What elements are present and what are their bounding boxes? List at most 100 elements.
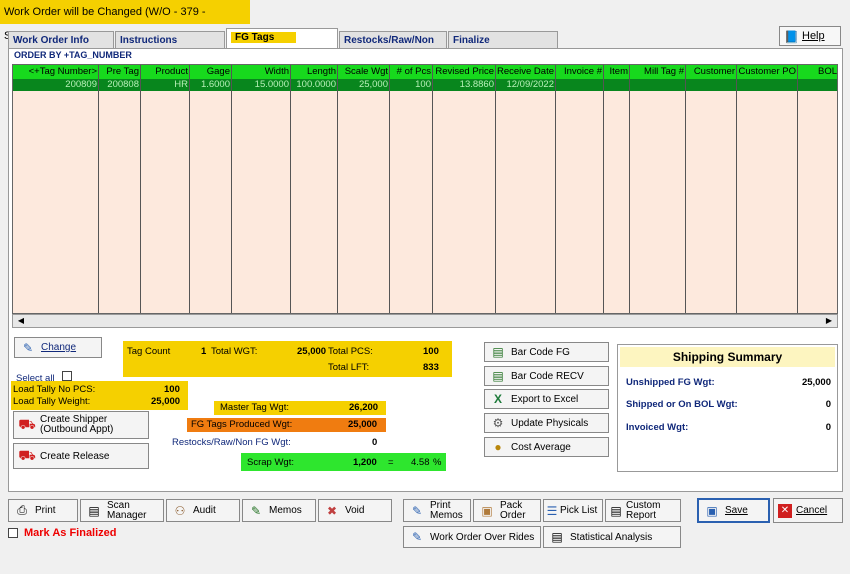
change-button[interactable]: ✎ Change (14, 337, 102, 358)
cancel-button[interactable]: ✕ Cancel (773, 498, 843, 523)
print-button[interactable]: ⎙ Print (8, 499, 78, 522)
grid-column-divider (141, 65, 190, 313)
barcode-icon: ▤ (492, 345, 504, 359)
table-cell[interactable]: 15.0000 (232, 79, 291, 91)
grid-column-divider (13, 65, 99, 313)
table-cell[interactable]: 1.6000 (190, 79, 232, 91)
pack-order-label: Pack Order (500, 499, 526, 521)
column-header[interactable]: Pre Tag (99, 65, 141, 79)
horizontal-scrollbar[interactable]: ◀ ▶ (12, 314, 838, 328)
table-cell[interactable]: 100 (390, 79, 433, 91)
cost-average-label: Cost Average (511, 441, 571, 453)
work-order-over-rides-button[interactable]: ✎ Work Order Over Rides (403, 526, 541, 548)
table-cell[interactable]: 25,000 (338, 79, 390, 91)
void-label: Void (345, 505, 365, 516)
table-cell[interactable] (737, 79, 798, 91)
column-header[interactable]: Width (232, 65, 291, 79)
total-pcs-label: Total PCS: (328, 346, 373, 357)
unshipped-value: 25,000 (801, 377, 831, 388)
fg-produced-value: 25,000 (348, 419, 378, 430)
void-button[interactable]: ✖ Void (318, 499, 392, 522)
table-cell[interactable] (556, 79, 604, 91)
print-memos-button[interactable]: ✎ Print Memos (403, 499, 471, 522)
barcode-fg-button[interactable]: ▤ Bar Code FG (484, 342, 609, 362)
save-button[interactable]: ▣ Save (697, 498, 770, 523)
cost-average-button[interactable]: ● Cost Average (484, 437, 609, 457)
column-header[interactable]: Gage (190, 65, 232, 79)
tab-restocks[interactable]: Restocks/Raw/Non FG (339, 31, 447, 63)
mark-finalized-label: Mark As Finalized (24, 527, 117, 539)
tab-work-order-info[interactable]: Work Order Info (8, 31, 114, 49)
table-cell[interactable] (630, 79, 686, 91)
barcode-recv-label: Bar Code RECV (511, 370, 584, 382)
column-header[interactable]: Mill Tag # (630, 65, 686, 79)
table-cell[interactable] (604, 79, 630, 91)
select-all-checkbox[interactable] (62, 371, 72, 381)
column-header[interactable]: Invoice # (556, 65, 604, 79)
column-header[interactable]: Customer PO (737, 65, 798, 79)
tab-finalize[interactable]: Finalize (448, 31, 558, 49)
tab-label: Instructions (120, 35, 178, 46)
audit-label: Audit (193, 505, 216, 516)
column-header[interactable]: Revised Price (433, 65, 496, 79)
export-excel-button[interactable]: X Export to Excel (484, 389, 609, 409)
scrap-box: Scrap Wgt: 1,200 = 4.58 % (241, 453, 446, 471)
chart-icon: ▤ (551, 530, 563, 544)
barcode-recv-button[interactable]: ▤ Bar Code RECV (484, 366, 609, 386)
custom-report-button[interactable]: ▤ Custom Report (605, 499, 681, 522)
tab-instructions[interactable]: Instructions (115, 31, 225, 49)
tab-fg-tags[interactable]: FG Tags (226, 28, 338, 50)
table-cell[interactable] (798, 79, 837, 91)
create-shipper-button[interactable]: ⛟ Create Shipper (Outbound Appt) (13, 411, 149, 439)
table-cell[interactable] (686, 79, 737, 91)
column-header[interactable]: Length (291, 65, 338, 79)
create-release-button[interactable]: ⛟ Create Release (13, 443, 149, 469)
update-physicals-button[interactable]: ⚙ Update Physicals (484, 413, 609, 433)
save-label: Save (725, 505, 748, 516)
tab-label: Finalize (453, 35, 490, 46)
grid-column-divider (99, 65, 141, 313)
column-header[interactable]: BOL (798, 65, 837, 79)
table-cell[interactable]: HR (141, 79, 190, 91)
column-header[interactable]: Scale Wgt (338, 65, 390, 79)
mark-finalized-checkbox[interactable] (8, 528, 18, 538)
create-shipper-label: Create Shipper (Outbound Appt) (40, 414, 114, 435)
help-button[interactable]: 📘 Help (779, 26, 841, 46)
total-lft-value: 833 (423, 362, 439, 373)
table-cell[interactable]: 200809 (13, 79, 99, 91)
box-icon: ▣ (481, 503, 493, 518)
pack-order-button[interactable]: ▣ Pack Order (473, 499, 541, 522)
total-pcs-value: 100 (423, 346, 439, 357)
grid-column-divider (737, 65, 798, 313)
excel-icon: X (493, 392, 502, 406)
total-lft-label: Total LFT: (328, 362, 370, 373)
pick-list-label: Pick List (560, 505, 598, 516)
gear-icon: ⚙ (492, 416, 504, 430)
list-icon: ☰ (546, 503, 558, 518)
scroll-right-icon[interactable]: ▶ (823, 316, 835, 326)
total-wgt-label: Total WGT: (211, 346, 258, 357)
barcode-icon: ▤ (492, 369, 504, 383)
column-header[interactable]: Product (141, 65, 190, 79)
statistical-analysis-label: Statistical Analysis (570, 531, 653, 543)
scroll-left-icon[interactable]: ◀ (15, 316, 27, 326)
column-header[interactable]: Item (604, 65, 630, 79)
table-cell[interactable]: 13.8860 (433, 79, 496, 91)
column-header[interactable]: Receive Date (496, 65, 556, 79)
audit-button[interactable]: ⚇ Audit (166, 499, 240, 522)
fg-produced-box: FG Tags Produced Wgt: 25,000 (187, 418, 386, 432)
column-header[interactable]: Customer (686, 65, 737, 79)
column-header[interactable]: # of Pcs (390, 65, 433, 79)
statistical-analysis-button[interactable]: ▤ Statistical Analysis (543, 526, 681, 548)
load-tally-weight-value: 25,000 (151, 396, 181, 407)
barcode-fg-label: Bar Code FG (511, 346, 570, 358)
table-cell[interactable]: 100.0000 (291, 79, 338, 91)
fg-tags-grid[interactable]: <+Tag Number> 200809 Pre Tag 200808 Product H… (12, 64, 838, 314)
pick-list-button[interactable]: ☰ Pick List (543, 499, 603, 522)
table-cell[interactable]: 12/09/2022 (496, 79, 556, 91)
memo-icon: ✎ (250, 503, 262, 518)
table-cell[interactable]: 200808 (99, 79, 141, 91)
column-header[interactable]: <+Tag Number> (13, 65, 99, 79)
memos-button[interactable]: ✎ Memos (242, 499, 316, 522)
scan-manager-button[interactable]: ▤ Scan Manager (80, 499, 164, 522)
